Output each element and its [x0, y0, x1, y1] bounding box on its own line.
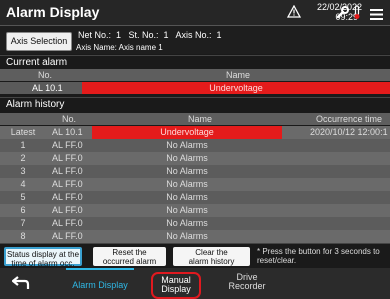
- alarm-name: Undervoltage: [82, 82, 390, 94]
- axis-selection-button[interactable]: Axis Selection: [6, 32, 72, 51]
- col-name: Name: [226, 70, 251, 80]
- row-label: 1: [20, 140, 26, 150]
- alarm-name: Undervoltage: [92, 126, 282, 139]
- title-bar: Alarm Display 22/02/2022 09:29: [0, 0, 390, 26]
- reset-line1: Reset the: [112, 248, 147, 257]
- status-line1: Status display at the: [6, 250, 80, 259]
- alarm-history-title: Alarm history: [0, 97, 390, 110]
- table-row: Latest AL 10.1 Undervoltage 2020/10/12 1…: [0, 126, 390, 139]
- temperature-icon[interactable]: [352, 5, 362, 25]
- alarm-name: No Alarms: [166, 140, 208, 150]
- alarm-no: AL 10.1: [52, 127, 83, 137]
- axis-info-name: Axis Name: Axis name 1: [76, 43, 163, 52]
- alarm-history-header: No. Name Occurrence time: [0, 113, 390, 125]
- table-row: 6 AL FF.0 No Alarms: [0, 204, 390, 217]
- bottom-tab-bar: Alarm Display Manual Display Drive Recor…: [0, 268, 390, 299]
- current-alarm-row: AL 10.1 Undervoltage: [0, 82, 390, 94]
- tab-alarm-display[interactable]: Alarm Display: [66, 268, 134, 299]
- alarm-name: No Alarms: [166, 153, 208, 163]
- alarm-name: No Alarms: [166, 231, 208, 241]
- alarm-name: No Alarms: [166, 218, 208, 228]
- row-label: 7: [20, 218, 26, 228]
- row-label: 2: [20, 153, 26, 163]
- reset-alarm-button[interactable]: Reset the occurred alarm: [93, 247, 166, 266]
- table-row: 5 AL FF.0 No Alarms: [0, 191, 390, 204]
- alarm-name: No Alarms: [166, 205, 208, 215]
- alarm-no: AL FF.0: [52, 192, 83, 202]
- occurrence-time: 2020/10/12 12:00:12: [310, 127, 388, 137]
- clear-history-button[interactable]: Clear the alarm history: [173, 247, 250, 266]
- row-label: 6: [20, 205, 26, 215]
- wrench-icon[interactable]: [336, 6, 349, 24]
- tab-manual-line2: Display: [161, 284, 191, 294]
- alarm-name: No Alarms: [166, 179, 208, 189]
- col-occurrence-time: Occurrence time: [316, 114, 383, 124]
- table-row: 7 AL FF.0 No Alarms: [0, 217, 390, 230]
- table-row: 3 AL FF.0 No Alarms: [0, 165, 390, 178]
- current-alarm-header: No. Name: [0, 69, 390, 81]
- back-icon[interactable]: [11, 276, 30, 295]
- page-title: Alarm Display: [6, 4, 100, 20]
- press-note: * Press the button for 3 seconds to rese…: [257, 247, 380, 265]
- tab-drive-recorder[interactable]: Drive Recorder: [222, 273, 272, 291]
- current-alarm-title: Current alarm: [0, 55, 390, 68]
- tab-manual-display[interactable]: Manual Display: [151, 272, 201, 299]
- row-label: 8: [20, 231, 26, 241]
- clear-line2: alarm history: [188, 257, 235, 266]
- col-no: No.: [38, 70, 53, 80]
- row-label: 5: [20, 192, 26, 202]
- clear-line1: Clear the: [195, 248, 228, 257]
- table-row: 4 AL FF.0 No Alarms: [0, 178, 390, 191]
- axis-info-net: Net No.: 1 St. No.: 1 Axis No.: 1: [78, 30, 222, 40]
- tab-drive-line2: Recorder: [228, 281, 266, 291]
- row-label: 4: [20, 179, 26, 189]
- table-row: 8 AL FF.0 No Alarms: [0, 230, 390, 243]
- reset-line2: occurred alarm: [102, 257, 157, 266]
- alarm-no: AL FF.0: [52, 153, 83, 163]
- table-row: 1 AL FF.0 No Alarms: [0, 139, 390, 152]
- alarm-no: AL FF.0: [52, 166, 83, 176]
- alarm-name: No Alarms: [166, 166, 208, 176]
- alarm-no: AL FF.0: [52, 179, 83, 189]
- row-label: Latest: [10, 127, 36, 137]
- alarm-no: AL 10.1: [32, 83, 63, 93]
- axis-row: Axis Selection Net No.: 1 St. No.: 1 Axi…: [0, 26, 390, 54]
- alarm-no: AL FF.0: [52, 140, 83, 150]
- status-display-button[interactable]: Status display at the time of alarm occ.: [4, 247, 82, 268]
- col-name: Name: [188, 114, 213, 124]
- alarm-name: No Alarms: [166, 192, 208, 202]
- alarm-no: AL FF.0: [52, 218, 83, 228]
- table-row: 2 AL FF.0 No Alarms: [0, 152, 390, 165]
- warning-icon[interactable]: [286, 4, 302, 23]
- action-bar: Status display at the time of alarm occ.…: [0, 243, 390, 268]
- alarm-no: AL FF.0: [52, 205, 83, 215]
- alarm-no: AL FF.0: [52, 231, 83, 241]
- row-label: 3: [20, 166, 26, 176]
- col-no: No.: [62, 114, 77, 124]
- menu-icon[interactable]: [370, 7, 383, 25]
- status-line2: time of alarm occ.: [11, 259, 75, 268]
